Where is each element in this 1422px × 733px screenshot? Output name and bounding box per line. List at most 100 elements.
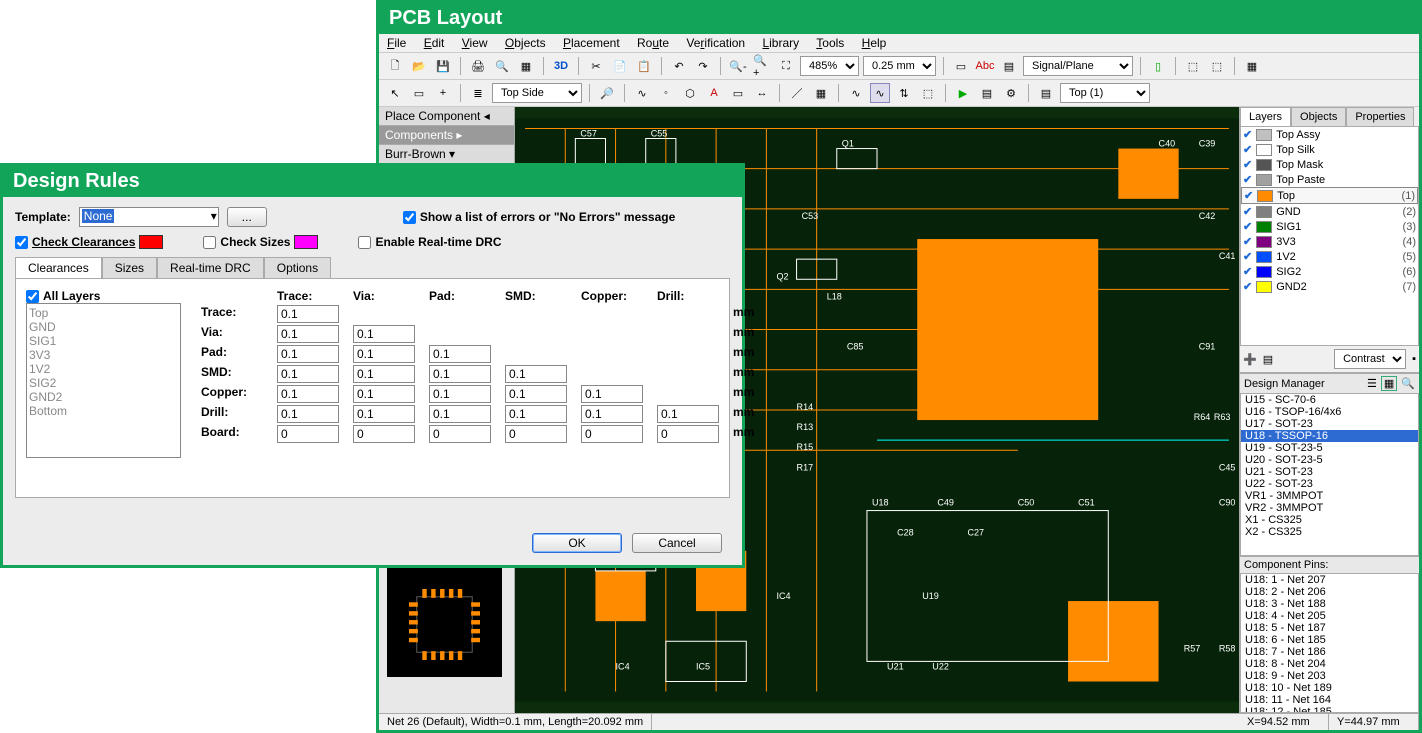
tool-g1-icon[interactable]: ▯ — [1148, 56, 1168, 76]
pin-item[interactable]: U18: 4 - Net 205 — [1241, 610, 1418, 622]
layer-row[interactable]: ✔1V2(5) — [1241, 249, 1418, 264]
clearance-input[interactable] — [505, 405, 567, 423]
ok-button[interactable]: OK — [532, 533, 622, 553]
new-icon[interactable]: 🗋 — [385, 56, 405, 76]
pin-item[interactable]: U18: 7 - Net 186 — [1241, 646, 1418, 658]
show-errors-checkbox[interactable]: Show a list of errors or "No Errors" mes… — [403, 210, 675, 224]
tab-options[interactable]: Options — [264, 257, 331, 278]
grid-combo[interactable]: 0.25 mm — [863, 56, 936, 76]
clearance-input[interactable] — [429, 425, 491, 443]
r3-icon[interactable]: ⇅ — [894, 83, 914, 103]
clearance-input[interactable] — [581, 405, 643, 423]
dm-icon2[interactable]: ▦ — [1381, 376, 1397, 391]
clearance-input[interactable] — [581, 385, 643, 403]
layer-stack-icon[interactable]: ≣ — [468, 83, 488, 103]
layer-row[interactable]: ✔Top Assy — [1241, 127, 1418, 142]
tab-rtdrc[interactable]: Real-time DRC — [157, 257, 264, 278]
clearance-input[interactable] — [353, 385, 415, 403]
pin-item[interactable]: U18: 10 - Net 189 — [1241, 682, 1418, 694]
tool-a-icon[interactable]: ▭ — [951, 56, 971, 76]
pin-item[interactable]: U18: 3 - Net 188 — [1241, 598, 1418, 610]
layer-opts-icon[interactable]: ▤ — [1263, 353, 1273, 366]
clearance-input[interactable] — [429, 345, 491, 363]
clearance-input[interactable] — [353, 425, 415, 443]
dm-item[interactable]: U21 - SOT-23 — [1241, 466, 1418, 478]
browse-button[interactable]: ... — [227, 207, 267, 227]
place-component-header[interactable]: Place Component ◂ — [379, 107, 514, 126]
3d-button[interactable]: 3D — [551, 56, 571, 76]
layers-listbox[interactable]: TopGNDSIG13V31V2SIG2GND2Bottom — [26, 303, 181, 458]
dm-item[interactable]: U15 - SC-70-6 — [1241, 394, 1418, 406]
contrast-btn-icon[interactable]: ▪ — [1412, 353, 1416, 365]
cut-icon[interactable]: ✂ — [586, 56, 606, 76]
pin-item[interactable]: U18: 6 - Net 185 — [1241, 634, 1418, 646]
r1-icon[interactable]: ∿ — [846, 83, 866, 103]
layer-row[interactable]: ✔3V3(4) — [1241, 234, 1418, 249]
titles-icon[interactable]: ▦ — [516, 56, 536, 76]
paste-icon[interactable]: 📋 — [634, 56, 654, 76]
clearance-input[interactable] — [505, 385, 567, 403]
pan-icon[interactable]: ▭ — [409, 83, 429, 103]
dm-item[interactable]: U17 - SOT-23 — [1241, 418, 1418, 430]
dm-icon1[interactable]: ☰ — [1367, 377, 1377, 390]
layer-row[interactable]: ✔SIG1(3) — [1241, 219, 1418, 234]
menu-tools[interactable]: Tools — [816, 36, 844, 50]
dm-item[interactable]: U22 - SOT-23 — [1241, 478, 1418, 490]
tab-sizes[interactable]: Sizes — [102, 257, 157, 278]
layer-mode-combo[interactable]: Signal/Plane — [1023, 56, 1133, 76]
layer-row[interactable]: ✔Top(1) — [1241, 187, 1418, 204]
clearance-input[interactable] — [657, 425, 719, 443]
route-icon[interactable]: ∿ — [632, 83, 652, 103]
side-combo[interactable]: Top Side — [492, 83, 582, 103]
library-header[interactable]: Burr-Brown ▾ — [379, 145, 514, 164]
tool-g2-icon[interactable]: ⬚ — [1183, 56, 1203, 76]
dm-item[interactable]: U18 - TSSOP-16 — [1241, 430, 1418, 442]
zoom-out-icon[interactable]: 🔍- — [728, 56, 748, 76]
zoom-combo[interactable]: 485% — [800, 56, 859, 76]
undo-icon[interactable]: ↶ — [669, 56, 689, 76]
dm-item[interactable]: VR1 - 3MMPOT — [1241, 490, 1418, 502]
menu-library[interactable]: Library — [762, 36, 799, 50]
clearance-input[interactable] — [353, 345, 415, 363]
open-icon[interactable]: 📂 — [409, 56, 429, 76]
table-icon[interactable]: ▦ — [811, 83, 831, 103]
layer-row[interactable]: ✔GND2(7) — [1241, 279, 1418, 294]
dm-item[interactable]: X1 - CS325 — [1241, 514, 1418, 526]
octagon-icon[interactable]: ⬡ — [680, 83, 700, 103]
layer-row[interactable]: ✔GND(2) — [1241, 204, 1418, 219]
tool-abc-icon[interactable]: Abc — [975, 56, 995, 76]
clearance-input[interactable] — [353, 365, 415, 383]
layer-row[interactable]: ✔SIG2(6) — [1241, 264, 1418, 279]
dm-item[interactable]: X2 - CS325 — [1241, 526, 1418, 538]
clearance-input[interactable] — [277, 405, 339, 423]
zoom-fit-icon[interactable]: ⛶ — [776, 56, 796, 76]
dm-item[interactable]: U19 - SOT-23-5 — [1241, 442, 1418, 454]
menu-objects[interactable]: Objects — [505, 36, 546, 50]
list-icon[interactable]: ▤ — [977, 83, 997, 103]
clearance-input[interactable] — [429, 385, 491, 403]
dim-icon[interactable]: ↔ — [752, 83, 772, 103]
zoom-in-icon[interactable]: 🔍+ — [752, 56, 772, 76]
chevron-down-icon[interactable]: ▾ — [211, 209, 217, 223]
via-icon[interactable]: ◦ — [656, 83, 676, 103]
cancel-button[interactable]: Cancel — [632, 533, 722, 553]
clearance-input[interactable] — [353, 405, 415, 423]
menu-file[interactable]: File — [387, 36, 406, 50]
clearance-input[interactable] — [277, 305, 339, 323]
sizes-color-icon[interactable] — [294, 235, 318, 249]
find-icon[interactable]: 🔎 — [597, 83, 617, 103]
pin-item[interactable]: U18: 5 - Net 187 — [1241, 622, 1418, 634]
add-layer-icon[interactable]: ➕ — [1243, 353, 1257, 366]
clearance-input[interactable] — [429, 365, 491, 383]
menu-verification[interactable]: Verification — [686, 36, 745, 50]
components-header[interactable]: Components ▸ — [379, 126, 514, 145]
menu-help[interactable]: Help — [862, 36, 887, 50]
dm-search-icon[interactable]: 🔍 — [1401, 377, 1415, 390]
pin-item[interactable]: U18: 8 - Net 204 — [1241, 658, 1418, 670]
r2-icon[interactable]: ∿ — [870, 83, 890, 103]
top-layer-combo[interactable]: Top (1) — [1060, 83, 1150, 103]
design-manager-list[interactable]: U15 - SC-70-6U16 - TSOP-16/4x6U17 - SOT-… — [1240, 393, 1419, 556]
tab-objects[interactable]: Objects — [1291, 107, 1346, 126]
pin-item[interactable]: U18: 2 - Net 206 — [1241, 586, 1418, 598]
run-icon[interactable]: ▶ — [953, 83, 973, 103]
